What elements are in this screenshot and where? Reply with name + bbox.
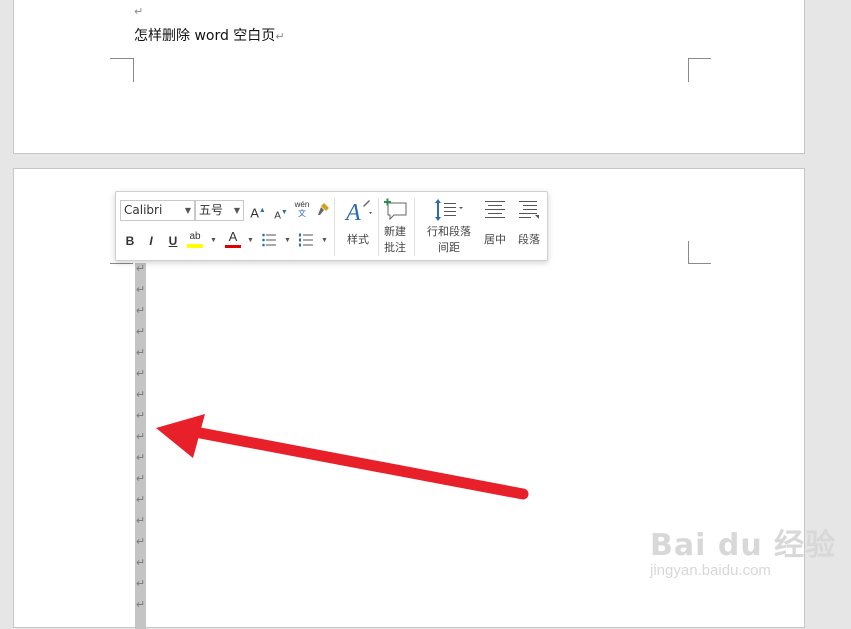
baidu-jingyan-watermark: Bai du 经验 jingyan.baidu.com xyxy=(650,520,836,579)
watermark-site: jingyan.baidu.com xyxy=(650,562,771,579)
watermark-brand: Bai du 经验 xyxy=(650,528,837,563)
